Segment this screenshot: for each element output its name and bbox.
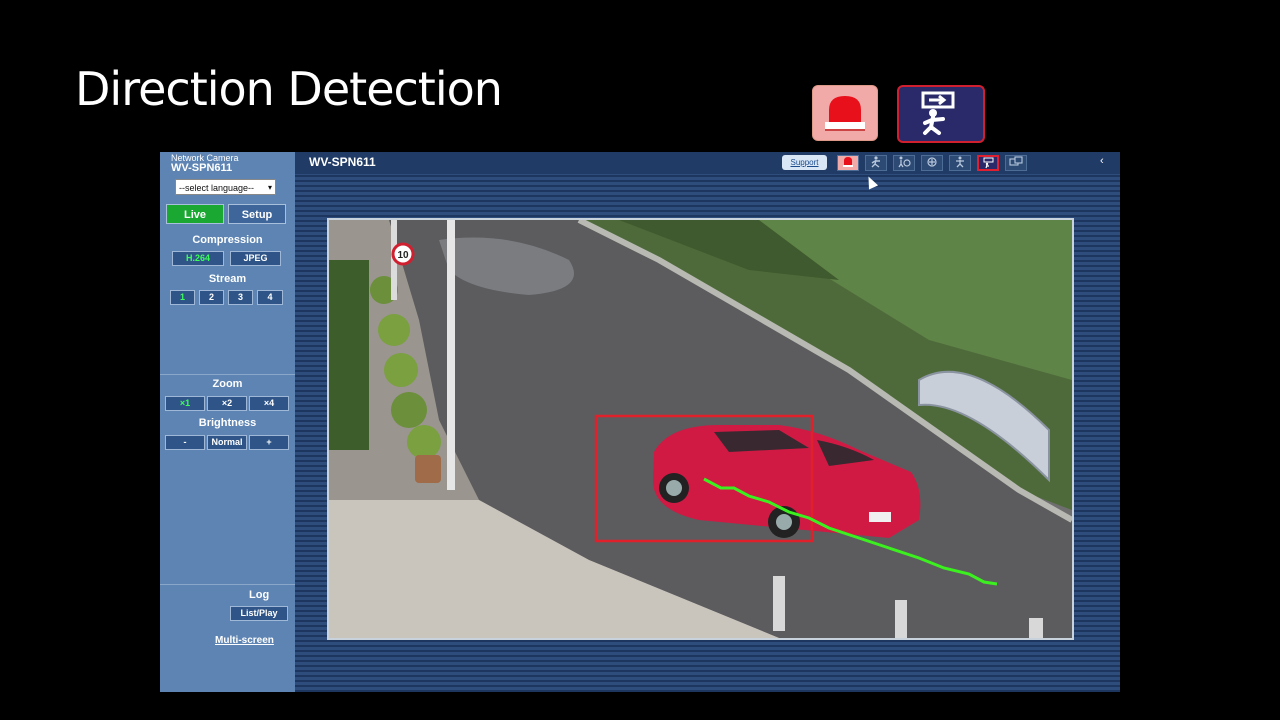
zoom-x2-button[interactable]: ×2 bbox=[207, 396, 247, 411]
object-detection-icon[interactable] bbox=[921, 155, 943, 171]
direction-detection-icon[interactable] bbox=[977, 155, 999, 171]
alarm-icon[interactable] bbox=[837, 155, 859, 171]
live-video-feed: 10 bbox=[327, 218, 1074, 640]
tab-setup[interactable]: Setup bbox=[228, 204, 286, 224]
divider bbox=[160, 374, 295, 375]
stream-1-button[interactable]: 1 bbox=[170, 290, 195, 305]
direction-detection-icon-large bbox=[897, 85, 985, 143]
loitering-icon[interactable] bbox=[893, 155, 915, 171]
brand-model: WV-SPN611 bbox=[171, 162, 233, 174]
compression-h264-button[interactable]: H.264 bbox=[172, 251, 224, 266]
tab-live[interactable]: Live bbox=[166, 204, 224, 224]
log-list-play-button[interactable]: List/Play bbox=[230, 606, 288, 621]
zoom-title: Zoom bbox=[212, 378, 243, 390]
stream-3-button[interactable]: 3 bbox=[228, 290, 253, 305]
scene-change-icon[interactable] bbox=[1005, 155, 1027, 171]
chevron-down-icon: ▾ bbox=[267, 183, 272, 192]
multi-screen-link[interactable]: Multi-screen bbox=[215, 635, 274, 646]
brightness-normal-button[interactable]: Normal bbox=[207, 435, 247, 450]
intrusion-icon[interactable] bbox=[865, 155, 887, 171]
stream-2-button[interactable]: 2 bbox=[199, 290, 224, 305]
language-select[interactable]: --select language-- ▾ bbox=[175, 179, 276, 195]
divider bbox=[160, 584, 295, 585]
compression-jpeg-button[interactable]: JPEG bbox=[230, 251, 281, 266]
collapse-icon[interactable]: ‹ bbox=[1100, 155, 1104, 167]
log-title: Log bbox=[249, 589, 270, 601]
brightness-plus-button[interactable]: + bbox=[249, 435, 289, 450]
brightness-minus-button[interactable]: - bbox=[165, 435, 205, 450]
page-title: WV-SPN611 bbox=[309, 155, 376, 169]
zoom-x1-button[interactable]: ×1 bbox=[165, 396, 205, 411]
camera-tamper-icon[interactable] bbox=[949, 155, 971, 171]
speed-sign-text: 10 bbox=[397, 250, 409, 261]
zoom-x4-button[interactable]: ×4 bbox=[249, 396, 289, 411]
top-toolbar: WV-SPN611 Support ‹ bbox=[295, 152, 1120, 174]
brightness-title: Brightness bbox=[198, 417, 257, 429]
sidebar: Network Camera WV-SPN611 --select langua… bbox=[160, 152, 295, 692]
language-select-value: --select language-- bbox=[179, 183, 255, 193]
support-link[interactable]: Support bbox=[782, 155, 827, 170]
stream-4-button[interactable]: 4 bbox=[257, 290, 283, 305]
slide-title: Direction Detection bbox=[75, 62, 503, 116]
stream-title: Stream bbox=[208, 273, 247, 285]
compression-title: Compression bbox=[192, 234, 263, 246]
alarm-icon-large bbox=[812, 85, 878, 141]
